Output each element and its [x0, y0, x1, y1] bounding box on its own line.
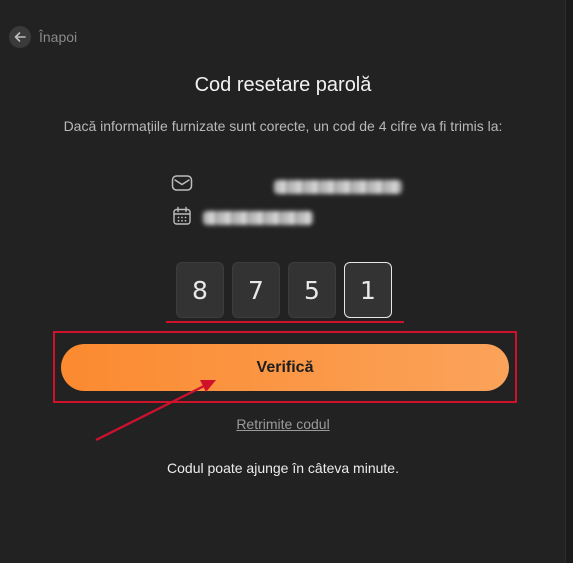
back-button[interactable]: Înapoi [9, 25, 77, 49]
envelope-icon [171, 172, 193, 194]
date-row [171, 205, 193, 227]
calendar-icon [171, 205, 193, 227]
code-digit-3[interactable]: 5 [288, 262, 336, 318]
description-text: Dacă informațiile furnizate sunt corecte… [63, 118, 503, 134]
arrow-left-icon [9, 26, 31, 48]
delivery-note: Codul poate ajunge în câteva minute. [167, 460, 399, 476]
code-input-group: 8 7 5 1 [176, 262, 392, 318]
redacted-email [274, 180, 402, 194]
annotation-underline [166, 321, 404, 323]
code-digit-1[interactable]: 8 [176, 262, 224, 318]
back-label: Înapoi [39, 29, 78, 45]
code-digit-4[interactable]: 1 [344, 262, 392, 318]
email-row [171, 172, 193, 194]
resend-code-link[interactable]: Retrimite codul [0, 416, 566, 432]
reset-code-panel: Înapoi Cod resetare parolă Dacă informaț… [0, 0, 566, 563]
page-title: Cod resetare parolă [194, 74, 372, 96]
annotation-arrow [95, 380, 216, 441]
redacted-date [203, 211, 313, 225]
code-digit-2[interactable]: 7 [232, 262, 280, 318]
